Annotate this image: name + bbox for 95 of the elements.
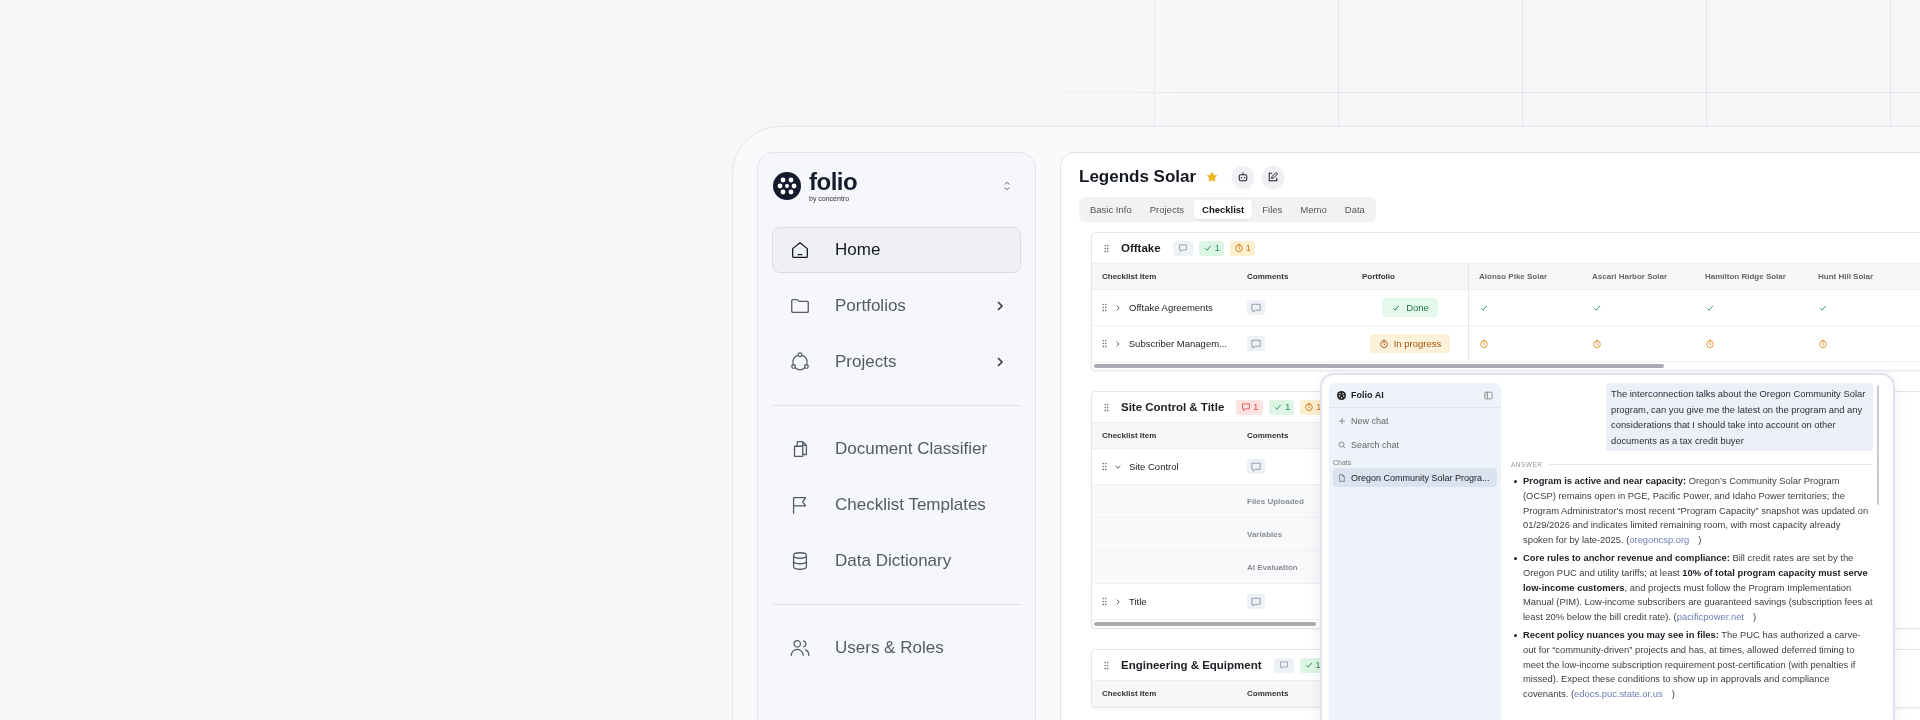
answer-text: Core rules to anchor revenue and compliance: Bill credit rates are set by the Oregon PUC and utility tariffs; at least 10% of total program capacity must serve low-income customers, and projects must follow the Program Implementation Manual (PIM). Low-income subscribers are guaranteed savings (subscription fees at least 20% below the bill credit rate). (pacificpower.net ) xyxy=(1523,551,1873,624)
section-title: Offtake xyxy=(1121,242,1161,254)
checklist-item: Site Control xyxy=(1129,461,1179,472)
bullet-dot xyxy=(1514,480,1517,484)
badge-count: 1 xyxy=(1253,402,1259,412)
column-header: Ascari Harbor Solar xyxy=(1582,263,1695,290)
network-icon xyxy=(789,351,811,373)
column-header: Portfolio xyxy=(1352,263,1469,290)
robot-button[interactable] xyxy=(1232,166,1255,188)
status-label: In progress xyxy=(1393,338,1442,349)
comment-icon xyxy=(1241,402,1252,412)
comment-badge[interactable] xyxy=(1172,240,1193,256)
nav-item[interactable]: Home xyxy=(772,227,1021,273)
section-title: Engineering & Equipment xyxy=(1121,659,1262,671)
tab[interactable]: Basic Info xyxy=(1082,200,1140,219)
badge-count: 1 xyxy=(1214,243,1220,253)
clock-icon xyxy=(1378,338,1389,349)
chat-item[interactable]: Oregon Community Solar Progra... xyxy=(1333,468,1497,487)
assistant-title: Folio AI xyxy=(1351,390,1384,400)
checklist-item: Offtake Agreements xyxy=(1129,302,1213,313)
brand-name: folio xyxy=(809,170,858,194)
comment-icon xyxy=(1250,595,1262,608)
checklist-item: Subscriber Managem... xyxy=(1128,338,1227,349)
drag-handle-icon[interactable] xyxy=(1102,339,1107,348)
tab[interactable]: Files xyxy=(1254,200,1291,219)
logo-icon xyxy=(1337,390,1346,400)
checklist-item: Title xyxy=(1129,596,1147,607)
column-header: Hunt Hill Solar xyxy=(1808,263,1920,290)
edit-button[interactable] xyxy=(1262,166,1285,188)
chevron-right-icon[interactable] xyxy=(1114,303,1122,312)
drag-handle-icon[interactable] xyxy=(1102,303,1107,312)
section-title: Site Control & Title xyxy=(1121,401,1225,413)
tab[interactable]: Data xyxy=(1336,200,1373,219)
clock-icon xyxy=(1233,243,1244,253)
chevron-right-icon xyxy=(996,356,1004,368)
source-link[interactable]: oregoncsp.org xyxy=(1629,533,1690,545)
project-title: Legends Solar xyxy=(1079,167,1197,187)
nav-item[interactable]: Portfolios xyxy=(772,283,1021,329)
nav-item[interactable]: Users & Roles xyxy=(772,625,1021,671)
comment-icon xyxy=(1250,301,1262,314)
horizontal-scrollbar[interactable] xyxy=(1094,622,1316,626)
nav-item[interactable]: Document Classifier xyxy=(772,426,1021,472)
vertical-scrollbar[interactable] xyxy=(1877,385,1879,505)
edit-icon xyxy=(1267,171,1280,183)
column-header: Checklist Item xyxy=(1092,422,1237,449)
check-icon xyxy=(1202,243,1213,253)
plus-icon xyxy=(1338,417,1346,425)
bullet-dot xyxy=(1514,634,1517,638)
status-label: Done xyxy=(1406,302,1429,313)
column-header: Hamilton Ridge Solar xyxy=(1695,263,1808,290)
bullet-dot xyxy=(1514,557,1517,561)
column-header: Alonso Pike Solar xyxy=(1469,263,1582,290)
badge-count: 1 xyxy=(1315,660,1321,670)
drag-handle-icon[interactable] xyxy=(1104,660,1109,670)
nav-item[interactable]: Checklist Templates xyxy=(772,482,1021,528)
star-icon[interactable] xyxy=(1206,171,1219,183)
question-bubble: The interconnection talks about the Oregon Community Solar program, can you give me the latest on the program and any considerations that I should take into account on other documents as a tax credit buyer xyxy=(1606,383,1873,452)
badge-count: 1 xyxy=(1285,402,1291,412)
answer-text: Recent policy nuances you may see in files: The PUC has authorized a carve-out for “community-driven” projects and has, at times, allowed deferred timing to meet the low-income subscription requirement post-certification (with penalties if missed). Expect these conditions to show up in approvals and compliance covenants. (edocs.puc.state.or.us ) xyxy=(1523,628,1862,701)
chevron-up-down-icon[interactable] xyxy=(1003,180,1011,192)
tab[interactable]: Projects xyxy=(1141,200,1193,219)
drag-handle-icon[interactable] xyxy=(1102,597,1107,606)
horizontal-scrollbar[interactable] xyxy=(1094,364,1664,368)
chevron-right-icon xyxy=(996,300,1004,312)
comment-icon xyxy=(1278,660,1289,670)
comment-badge[interactable]: 1 xyxy=(1236,399,1264,415)
badge-count: 1 xyxy=(1245,243,1251,253)
source-link[interactable]: edocs.puc.state.or.us xyxy=(1574,687,1663,699)
users-icon xyxy=(789,637,811,659)
clock-icon xyxy=(1304,402,1315,412)
file-icon xyxy=(1338,473,1346,482)
nav-item[interactable]: Data Dictionary xyxy=(772,538,1021,584)
home-icon xyxy=(789,239,811,261)
chevron-right-icon[interactable] xyxy=(1114,597,1122,606)
drag-handle-icon[interactable] xyxy=(1104,402,1109,412)
chevron-right-icon[interactable] xyxy=(1114,339,1122,348)
tab[interactable]: Checklist xyxy=(1194,200,1253,219)
column-header: Checklist Item xyxy=(1092,263,1237,290)
comment-icon xyxy=(1250,337,1262,350)
sidebar-toggle-icon[interactable] xyxy=(1484,390,1493,400)
nav-item[interactable]: Projects xyxy=(772,339,1021,385)
comment-badge[interactable] xyxy=(1273,657,1294,673)
check-icon xyxy=(1303,660,1314,670)
robot-icon xyxy=(1237,171,1250,183)
comment-icon xyxy=(1250,460,1262,473)
check-icon xyxy=(1273,402,1284,412)
column-header: Comments xyxy=(1237,263,1352,290)
tab[interactable]: Memo xyxy=(1292,200,1335,219)
column-header: Checklist Item xyxy=(1092,680,1237,707)
search-icon xyxy=(1338,441,1346,449)
drag-handle-icon[interactable] xyxy=(1102,462,1107,471)
comment-icon xyxy=(1177,243,1188,253)
drag-handle-icon[interactable] xyxy=(1104,243,1109,253)
logo-icon xyxy=(773,172,801,200)
answer-text: Program is active and near capacity: Oregon’s Community Solar Program (OCSP) remains open in PGE, Pacific Power, and Idaho Power territories; the Program Administrator’s most recent “Program Capacity” snapshot was updated on 01/29/2026 and indicates limited remaining room, with most capacity already spoken for by late-2025. (oregoncsp.org ) xyxy=(1523,474,1870,547)
